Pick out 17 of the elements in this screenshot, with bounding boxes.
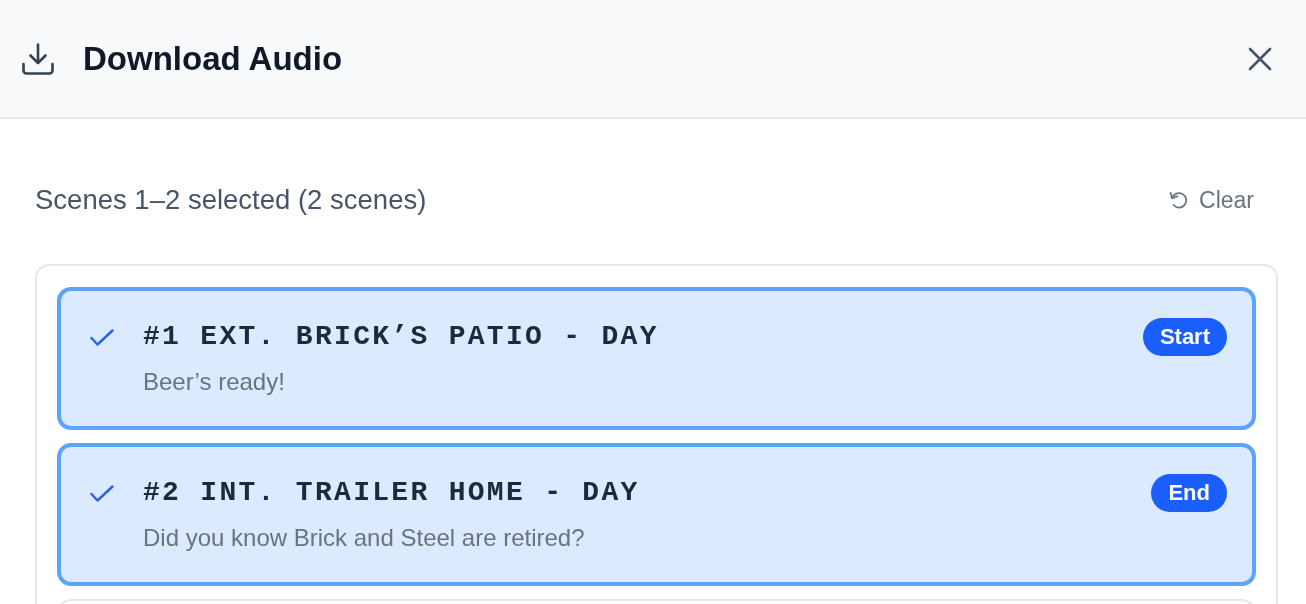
checkmark-icon (90, 484, 114, 502)
download-icon (21, 41, 55, 76)
scene-synopsis: Beer’s ready! (143, 368, 285, 396)
range-badge: Start (1142, 318, 1227, 356)
checkmark-icon (90, 328, 114, 346)
scene-card[interactable]: #1 EXT. BRICK’S PATIO - DAY Beer’s ready! Start (57, 287, 1256, 430)
range-badge: End (1151, 474, 1227, 512)
close-icon (1248, 46, 1272, 71)
selection-summary: Scenes 1–2 selected (2 scenes) (35, 184, 427, 216)
close-button[interactable] (1248, 46, 1272, 71)
dialog-title: Download Audio (83, 39, 343, 78)
reset-icon (1169, 190, 1190, 210)
scene-synopsis: Did you know Brick and Steel are retired? (143, 524, 585, 552)
clear-button[interactable]: Clear (1161, 184, 1262, 216)
scene-heading: #1 EXT. BRICK’S PATIO - DAY (143, 320, 659, 354)
scene-heading: #2 INT. TRAILER HOME - DAY (143, 476, 640, 510)
scene-card[interactable]: #2 INT. TRAILER HOME - DAY Did you know Brick and Steel are retired? End (57, 443, 1256, 586)
